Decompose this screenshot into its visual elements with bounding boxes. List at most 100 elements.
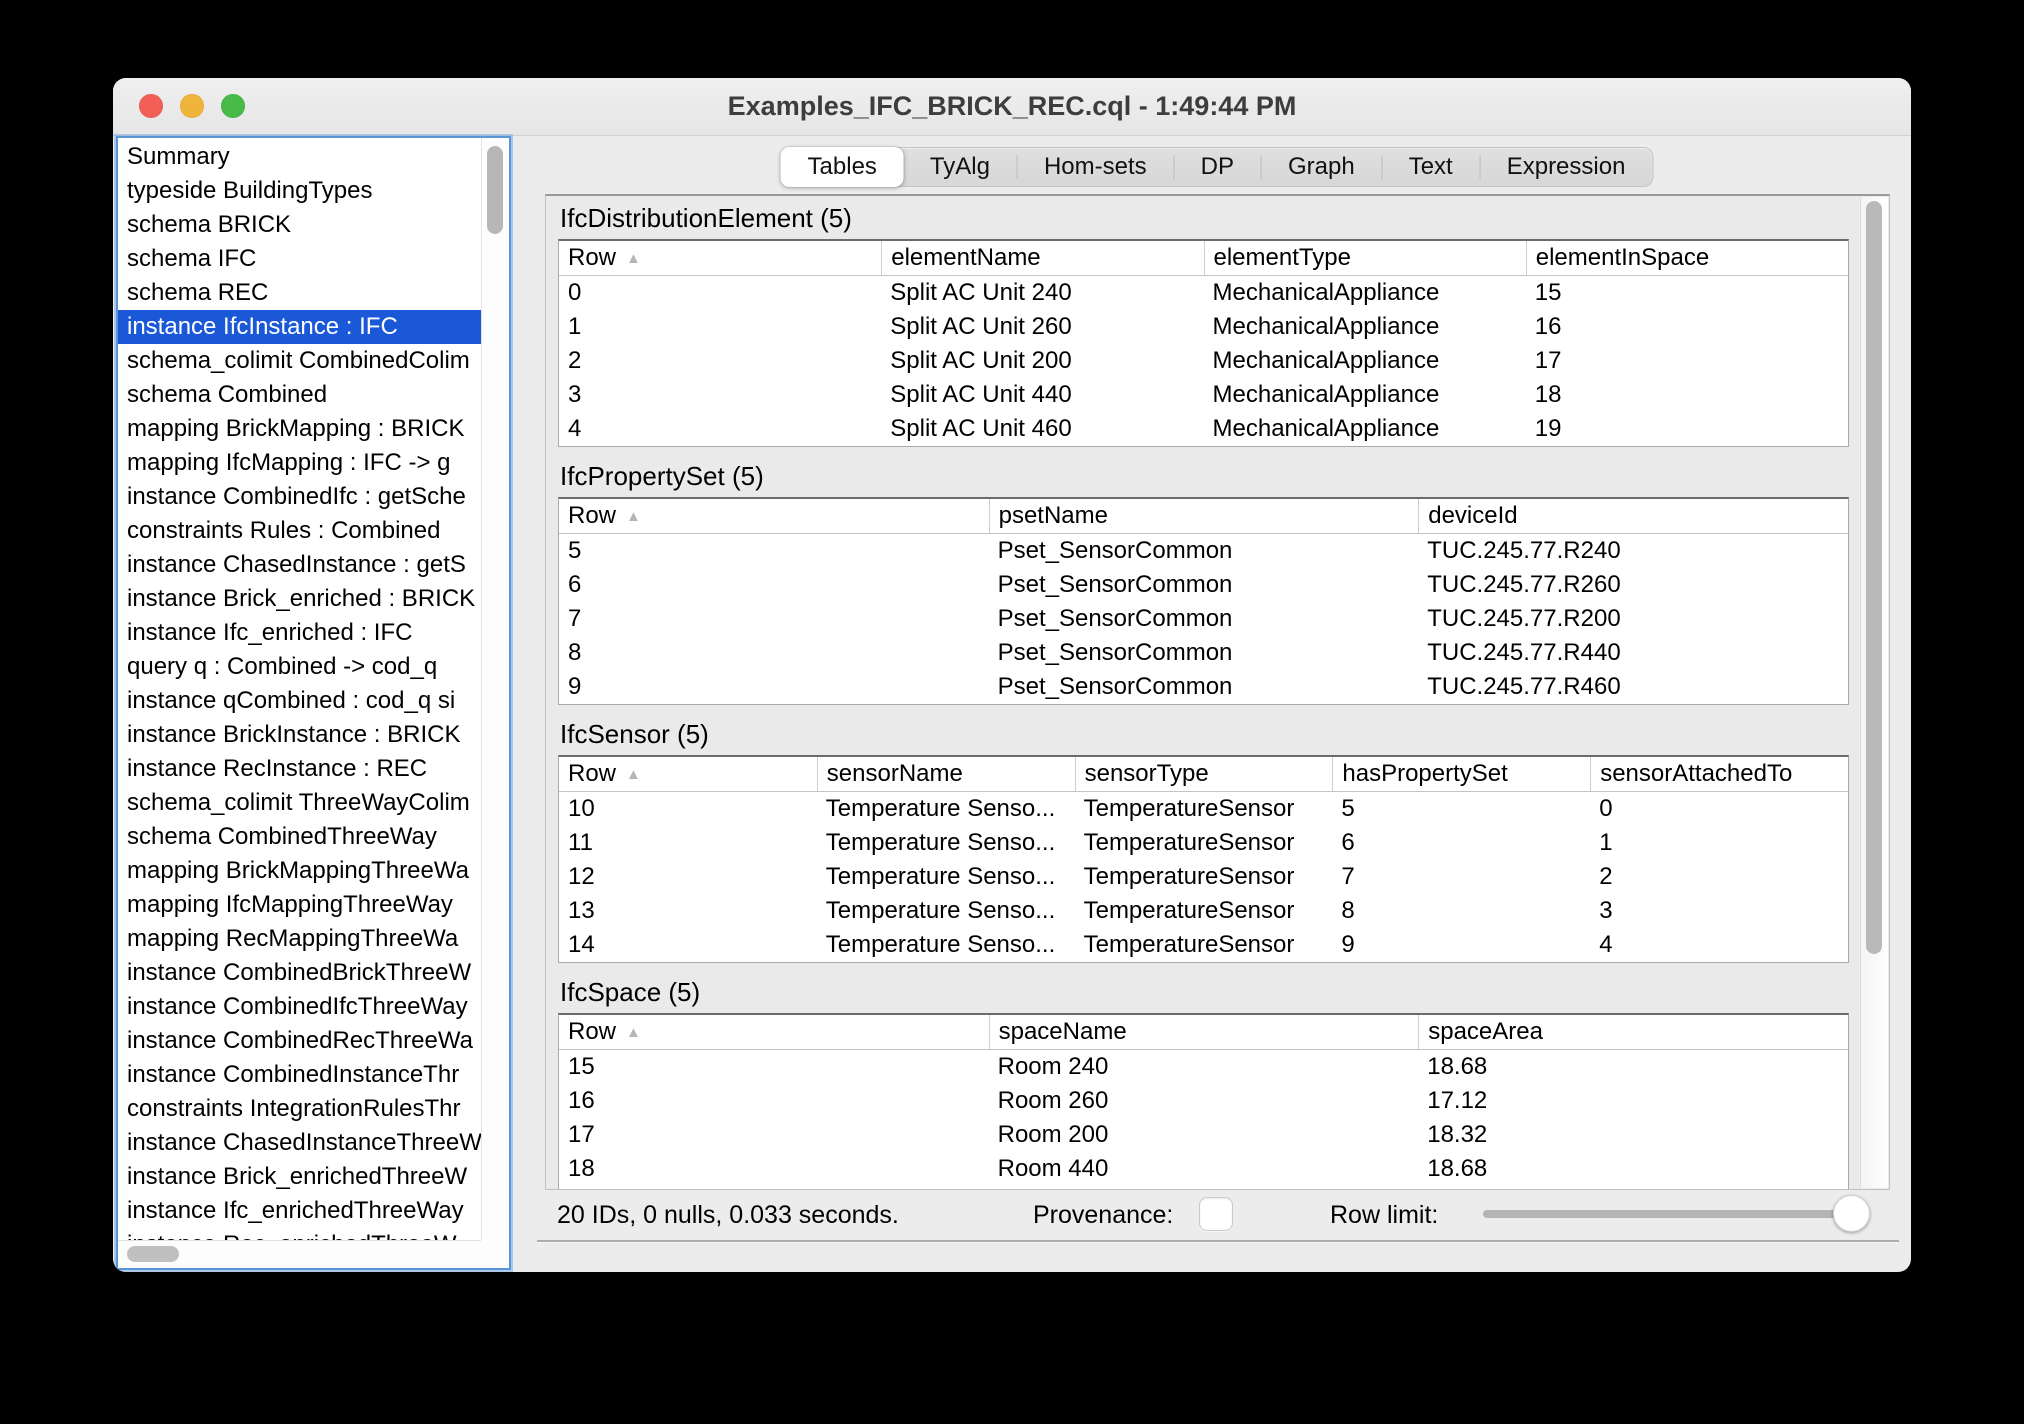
tab-tyalg[interactable]: TyAlg xyxy=(903,148,1017,186)
provenance-checkbox[interactable] xyxy=(1199,1197,1233,1231)
scrollbar-thumb[interactable] xyxy=(1866,201,1882,955)
scrollbar-thumb[interactable] xyxy=(487,146,503,234)
table-title: IfcPropertySet (5) xyxy=(560,461,764,491)
table-cell: 2 xyxy=(1599,863,1613,890)
column-header[interactable]: psetName xyxy=(988,499,1419,533)
row-limit-slider-track[interactable] xyxy=(1483,1210,1851,1218)
sidebar-item[interactable]: instance CombinedIfcThreeWay xyxy=(118,990,481,1024)
sidebar-item[interactable]: instance CombinedIfc : getSche xyxy=(118,480,481,514)
scrollbar-thumb[interactable] xyxy=(127,1246,179,1262)
sidebar-item[interactable]: instance ChasedInstanceThreeW xyxy=(118,1126,481,1160)
table-row[interactable]: 9 Pset_SensorCommon TUC.245.77.R460 xyxy=(559,670,1848,704)
sidebar-item[interactable]: typeside BuildingTypes xyxy=(118,174,481,208)
table-row[interactable]: 8 Pset_SensorCommon TUC.245.77.R440 xyxy=(559,636,1848,670)
table-row[interactable]: 13 Temperature Senso... TemperatureSensor 8… xyxy=(559,894,1848,928)
sidebar-item[interactable]: instance Ifc_enrichedThreeWay xyxy=(118,1194,481,1228)
sidebar-item[interactable]: schema REC xyxy=(118,276,481,310)
sidebar-item[interactable]: mapping RecMappingThreeWa xyxy=(118,922,481,956)
sidebar-item[interactable]: mapping BrickMapping : BRICK xyxy=(118,412,481,446)
table-row[interactable]: 0 Split AC Unit 240 MechanicalAppliance 15 xyxy=(559,276,1848,310)
table-row[interactable]: 10 Temperature Senso... TemperatureSensor 5… xyxy=(559,792,1848,826)
table-row[interactable]: 17 Room 200 18.32 xyxy=(559,1118,1848,1152)
table-row[interactable]: 14 Temperature Senso... TemperatureSensor 9… xyxy=(559,928,1848,962)
sidebar-item[interactable]: instance CombinedRecThreeWa xyxy=(118,1024,481,1058)
table-row[interactable]: 6 Pset_SensorCommon TUC.245.77.R260 xyxy=(559,568,1848,602)
column-header[interactable]: elementName xyxy=(881,241,1203,275)
tab-text[interactable]: Text xyxy=(1381,148,1480,186)
sidebar-item[interactable]: schema_colimit CombinedColim xyxy=(118,344,481,378)
table-cell: Pset_SensorCommon xyxy=(997,639,1233,666)
sidebar-horizontal-scrollbar[interactable] xyxy=(118,1240,481,1268)
sidebar-item[interactable]: schema CombinedThreeWay xyxy=(118,820,481,854)
table-cell: TUC.245.77.R200 xyxy=(1427,605,1621,632)
sidebar-item[interactable]: query q : Combined -> cod_q xyxy=(118,650,481,684)
table-row[interactable]: 11 Temperature Senso... TemperatureSensor 6… xyxy=(559,826,1848,860)
table-row[interactable]: 1 Split AC Unit 260 MechanicalAppliance 16 xyxy=(559,310,1848,344)
column-header[interactable]: elementType xyxy=(1203,241,1526,275)
column-header[interactable]: Row ▲ xyxy=(559,1015,989,1049)
tab-tables[interactable]: Tables xyxy=(780,147,904,187)
sidebar-item[interactable]: instance RecInstance : REC xyxy=(118,752,481,786)
column-header[interactable]: sensorAttachedTo xyxy=(1590,757,1848,791)
sidebar-item[interactable]: schema Combined xyxy=(118,378,481,412)
sidebar-item[interactable]: instance ChasedInstance : getS xyxy=(118,548,481,582)
table-row[interactable]: 3 Split AC Unit 440 MechanicalAppliance 18 xyxy=(559,378,1848,412)
sidebar-item[interactable]: mapping BrickMappingThreeWa xyxy=(118,854,481,888)
sidebar-item[interactable]: instance CombinedBrickThreeW xyxy=(118,956,481,990)
column-header[interactable]: Row ▲ xyxy=(559,499,989,533)
tables-scroll-panel: IfcDistributionElement (5) Row ▲ elementNam… xyxy=(545,194,1890,1190)
row-limit-slider-thumb[interactable] xyxy=(1833,1195,1870,1232)
table-row[interactable]: 15 Room 240 18.68 xyxy=(559,1050,1848,1084)
tab-expression[interactable]: Expression xyxy=(1479,148,1653,186)
table-cell: MechanicalAppliance xyxy=(1212,381,1440,408)
table-row[interactable]: 2 Split AC Unit 200 MechanicalAppliance 17 xyxy=(559,344,1848,378)
table-cell: Split AC Unit 260 xyxy=(890,313,1072,340)
table-cell: 15 xyxy=(568,1053,595,1080)
sidebar-item[interactable]: instance IfcInstance : IFC xyxy=(118,310,481,344)
column-header[interactable]: hasPropertySet xyxy=(1332,757,1590,791)
tab-graph[interactable]: Graph xyxy=(1260,148,1382,186)
window-titlebar[interactable]: Examples_IFC_BRICK_REC.cql - 1:49:44 PM xyxy=(113,78,1911,136)
table-cell: 16 xyxy=(1534,313,1562,340)
sidebar-item[interactable]: instance qCombined : cod_q si xyxy=(118,684,481,718)
tables-vertical-scrollbar[interactable] xyxy=(1860,197,1888,1188)
column-header[interactable]: spaceName xyxy=(988,1015,1419,1049)
sidebar-item[interactable]: Summary xyxy=(118,140,481,174)
table-row[interactable]: 7 Pset_SensorCommon TUC.245.77.R200 xyxy=(559,602,1848,636)
sidebar-item[interactable]: schema BRICK xyxy=(118,208,481,242)
sidebar-item[interactable]: instance Ifc_enriched : IFC xyxy=(118,616,481,650)
sidebar-item[interactable]: instance BrickInstance : BRICK xyxy=(118,718,481,752)
minimize-window-button[interactable] xyxy=(180,94,204,118)
sidebar-item[interactable]: schema IFC xyxy=(118,242,481,276)
table-cell: Pset_SensorCommon xyxy=(997,673,1233,700)
sidebar-item[interactable]: instance Brick_enriched : BRICK xyxy=(118,582,481,616)
table-row[interactable]: 12 Temperature Senso... TemperatureSensor 7… xyxy=(559,860,1848,894)
sidebar-item[interactable]: constraints Rules : Combined xyxy=(118,514,481,548)
sidebar-item[interactable]: constraints IntegrationRulesThr xyxy=(118,1092,481,1126)
column-header[interactable]: sensorType xyxy=(1074,757,1333,791)
sidebar-item[interactable]: instance CombinedInstanceThr xyxy=(118,1058,481,1092)
column-header[interactable]: Row ▲ xyxy=(559,241,881,275)
table-row[interactable]: 16 Room 260 17.12 xyxy=(559,1084,1848,1118)
table-row[interactable]: 5 Pset_SensorCommon TUC.245.77.R240 xyxy=(559,534,1848,568)
table-cell: Room 260 xyxy=(997,1087,1109,1114)
column-header[interactable]: elementInSpace xyxy=(1525,241,1848,275)
close-window-button[interactable] xyxy=(139,94,163,118)
sidebar-item[interactable]: instance Brick_enrichedThreeW xyxy=(118,1160,481,1194)
column-header[interactable]: spaceArea xyxy=(1418,1015,1848,1049)
sidebar-item[interactable]: schema_colimit ThreeWayColim xyxy=(118,786,481,820)
zoom-window-button[interactable] xyxy=(221,94,245,118)
sidebar-item[interactable]: instance Rec_enrichedThreeW xyxy=(118,1228,481,1240)
column-header[interactable]: deviceId xyxy=(1418,499,1848,533)
provenance-label: Provenance: xyxy=(1033,1201,1174,1229)
sidebar-item[interactable]: mapping IfcMapping : IFC -> g xyxy=(118,446,481,480)
table-row[interactable]: 4 Split AC Unit 460 MechanicalAppliance 19 xyxy=(559,412,1848,446)
table-row[interactable]: 18 Room 440 18.68 xyxy=(559,1152,1848,1186)
column-header[interactable]: sensorName xyxy=(816,757,1075,791)
tab-dp[interactable]: DP xyxy=(1173,148,1261,186)
sidebar-item[interactable]: mapping IfcMappingThreeWay xyxy=(118,888,481,922)
result-table: Row ▲ sensorName sensorType hasPropertySet se… xyxy=(558,755,1849,963)
tab-hom-sets[interactable]: Hom-sets xyxy=(1016,148,1174,186)
sidebar-vertical-scrollbar[interactable] xyxy=(481,138,509,1240)
column-header[interactable]: Row ▲ xyxy=(559,757,817,791)
